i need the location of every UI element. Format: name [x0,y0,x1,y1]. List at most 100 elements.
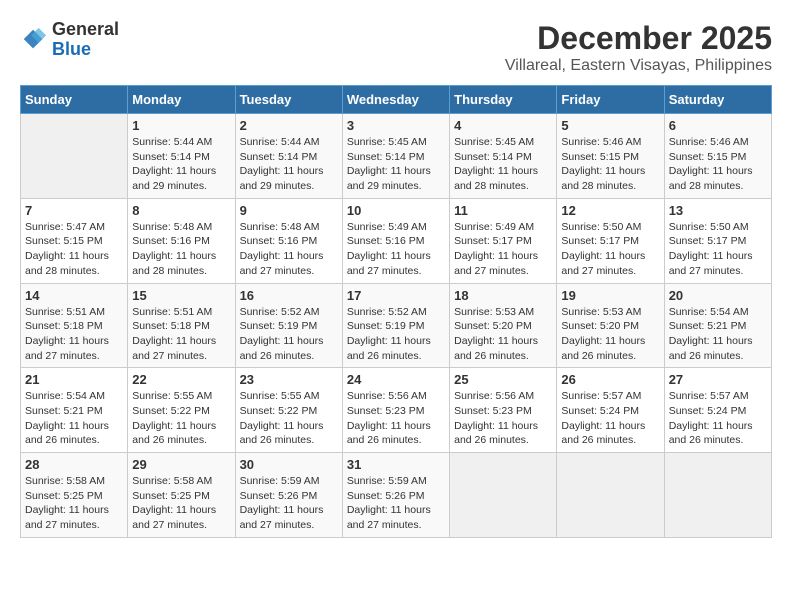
week-row-2: 7 Sunrise: 5:47 AMSunset: 5:15 PMDaylight… [21,198,772,283]
day-number: 29 [132,457,230,472]
day-cell: 5Sunrise: 5:46 AMSunset: 5:15 PMDaylight… [557,114,664,199]
day-cell: 28 Sunrise: 5:58 AMSunset: 5:25 PMDayligh… [21,453,128,538]
day-info: Sunrise: 5:52 AMSunset: 5:19 PMDaylight:… [347,305,445,364]
header-saturday: Saturday [664,86,771,114]
day-number: 12 [561,203,659,218]
day-cell: 7 Sunrise: 5:47 AMSunset: 5:15 PMDaylight… [21,198,128,283]
day-cell: 15Sunrise: 5:51 AMSunset: 5:18 PMDayligh… [128,283,235,368]
day-number: 19 [561,288,659,303]
day-cell: 13Sunrise: 5:50 AMSunset: 5:17 PMDayligh… [664,198,771,283]
calendar-table: SundayMondayTuesdayWednesdayThursdayFrid… [20,85,772,538]
day-cell: 21 Sunrise: 5:54 AMSunset: 5:21 PMDayligh… [21,368,128,453]
day-info: Sunrise: 5:56 AMSunset: 5:23 PMDaylight:… [454,389,552,448]
day-number: 15 [132,288,230,303]
day-info: Sunrise: 5:46 AMSunset: 5:15 PMDaylight:… [561,135,659,194]
day-info: Sunrise: 5:56 AMSunset: 5:23 PMDaylight:… [347,389,445,448]
day-number: 21 [25,372,123,387]
day-info: Sunrise: 5:52 AMSunset: 5:19 PMDaylight:… [240,305,338,364]
day-info: Sunrise: 5:59 AMSunset: 5:26 PMDaylight:… [347,474,445,533]
day-info: Sunrise: 5:58 AMSunset: 5:25 PMDaylight:… [132,474,230,533]
day-cell: 29 Sunrise: 5:58 AMSunset: 5:25 PMDayligh… [128,453,235,538]
header-sunday: Sunday [21,86,128,114]
logo-blue: Blue [52,40,119,60]
day-info: Sunrise: 5:46 AMSunset: 5:15 PMDaylight:… [669,135,767,194]
day-cell: 25 Sunrise: 5:56 AMSunset: 5:23 PMDayligh… [450,368,557,453]
day-cell: 10 Sunrise: 5:49 AMSunset: 5:16 PMDayligh… [342,198,449,283]
day-info: Sunrise: 5:53 AMSunset: 5:20 PMDaylight:… [561,305,659,364]
logo-general: General [52,20,119,40]
week-row-1: 1 Sunrise: 5:44 AMSunset: 5:14 PMDaylight… [21,114,772,199]
day-cell [450,453,557,538]
main-title: December 2025 [505,20,772,57]
day-cell: 20Sunrise: 5:54 AMSunset: 5:21 PMDayligh… [664,283,771,368]
day-number: 6 [669,118,767,133]
day-info: Sunrise: 5:54 AMSunset: 5:21 PMDaylight:… [25,389,123,448]
day-number: 31 [347,457,445,472]
day-info: Sunrise: 5:47 AMSunset: 5:15 PMDaylight:… [25,220,123,279]
day-info: Sunrise: 5:54 AMSunset: 5:21 PMDaylight:… [669,305,767,364]
day-cell: 12Sunrise: 5:50 AMSunset: 5:17 PMDayligh… [557,198,664,283]
day-number: 9 [240,203,338,218]
day-info: Sunrise: 5:44 AMSunset: 5:14 PMDaylight:… [132,135,230,194]
day-cell: 11Sunrise: 5:49 AMSunset: 5:17 PMDayligh… [450,198,557,283]
day-number: 13 [669,203,767,218]
day-number: 4 [454,118,552,133]
day-cell: 30 Sunrise: 5:59 AMSunset: 5:26 PMDayligh… [235,453,342,538]
title-area: December 2025 Villareal, Eastern Visayas… [505,20,772,75]
day-cell: 18Sunrise: 5:53 AMSunset: 5:20 PMDayligh… [450,283,557,368]
day-number: 28 [25,457,123,472]
subtitle: Villareal, Eastern Visayas, Philippines [505,57,772,75]
day-cell: 1 Sunrise: 5:44 AMSunset: 5:14 PMDaylight… [128,114,235,199]
day-cell: 4 Sunrise: 5:45 AMSunset: 5:14 PMDaylight… [450,114,557,199]
day-cell: 27 Sunrise: 5:57 AMSunset: 5:24 PMDayligh… [664,368,771,453]
day-info: Sunrise: 5:51 AMSunset: 5:18 PMDaylight:… [25,305,123,364]
day-number: 23 [240,372,338,387]
header-monday: Monday [128,86,235,114]
day-info: Sunrise: 5:49 AMSunset: 5:16 PMDaylight:… [347,220,445,279]
day-number: 25 [454,372,552,387]
day-cell [557,453,664,538]
logo-text: General Blue [52,20,119,60]
day-cell: 22 Sunrise: 5:55 AMSunset: 5:22 PMDayligh… [128,368,235,453]
day-info: Sunrise: 5:45 AMSunset: 5:14 PMDaylight:… [454,135,552,194]
logo: General Blue [20,20,119,60]
day-cell: 26 Sunrise: 5:57 AMSunset: 5:24 PMDayligh… [557,368,664,453]
day-cell: 16Sunrise: 5:52 AMSunset: 5:19 PMDayligh… [235,283,342,368]
day-info: Sunrise: 5:58 AMSunset: 5:25 PMDaylight:… [25,474,123,533]
header-tuesday: Tuesday [235,86,342,114]
day-info: Sunrise: 5:57 AMSunset: 5:24 PMDaylight:… [561,389,659,448]
day-cell: 6 Sunrise: 5:46 AMSunset: 5:15 PMDaylight… [664,114,771,199]
day-number: 24 [347,372,445,387]
day-cell [21,114,128,199]
day-number: 30 [240,457,338,472]
week-row-4: 21 Sunrise: 5:54 AMSunset: 5:21 PMDayligh… [21,368,772,453]
day-number: 7 [25,203,123,218]
day-number: 2 [240,118,338,133]
day-number: 26 [561,372,659,387]
day-info: Sunrise: 5:48 AMSunset: 5:16 PMDaylight:… [132,220,230,279]
day-cell: 24 Sunrise: 5:56 AMSunset: 5:23 PMDayligh… [342,368,449,453]
day-info: Sunrise: 5:57 AMSunset: 5:24 PMDaylight:… [669,389,767,448]
day-info: Sunrise: 5:55 AMSunset: 5:22 PMDaylight:… [132,389,230,448]
day-number: 14 [25,288,123,303]
day-cell: 17Sunrise: 5:52 AMSunset: 5:19 PMDayligh… [342,283,449,368]
day-number: 18 [454,288,552,303]
day-cell: 9 Sunrise: 5:48 AMSunset: 5:16 PMDaylight… [235,198,342,283]
day-number: 3 [347,118,445,133]
day-cell: 31 Sunrise: 5:59 AMSunset: 5:26 PMDayligh… [342,453,449,538]
day-info: Sunrise: 5:59 AMSunset: 5:26 PMDaylight:… [240,474,338,533]
logo-icon [20,26,48,54]
day-cell: 19 Sunrise: 5:53 AMSunset: 5:20 PMDayligh… [557,283,664,368]
day-number: 22 [132,372,230,387]
day-number: 27 [669,372,767,387]
calendar-header-row: SundayMondayTuesdayWednesdayThursdayFrid… [21,86,772,114]
day-number: 1 [132,118,230,133]
day-cell: 3 Sunrise: 5:45 AMSunset: 5:14 PMDaylight… [342,114,449,199]
day-number: 10 [347,203,445,218]
day-cell: 23 Sunrise: 5:55 AMSunset: 5:22 PMDayligh… [235,368,342,453]
day-info: Sunrise: 5:48 AMSunset: 5:16 PMDaylight:… [240,220,338,279]
day-cell: 8Sunrise: 5:48 AMSunset: 5:16 PMDaylight… [128,198,235,283]
header: General Blue December 2025 Villareal, Ea… [20,20,772,75]
day-info: Sunrise: 5:45 AMSunset: 5:14 PMDaylight:… [347,135,445,194]
day-info: Sunrise: 5:55 AMSunset: 5:22 PMDaylight:… [240,389,338,448]
